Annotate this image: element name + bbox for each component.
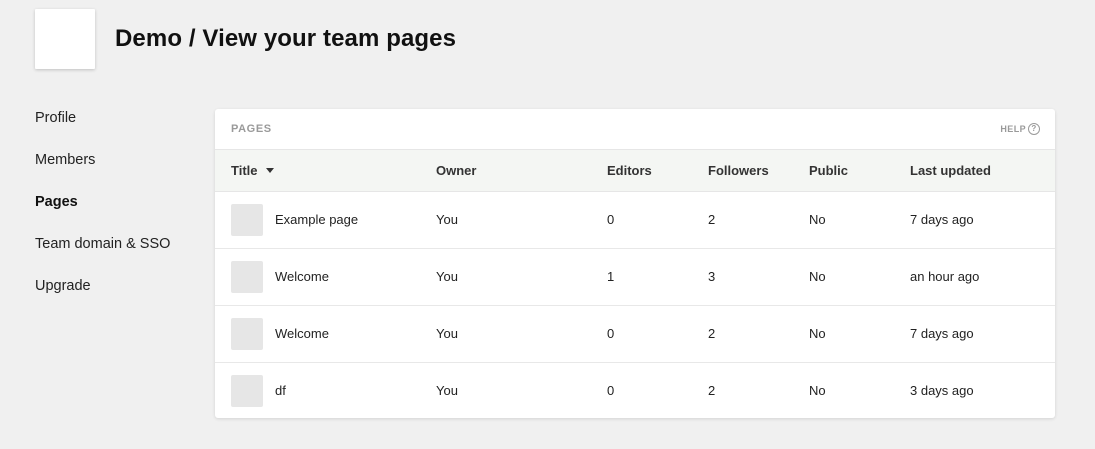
table-row[interactable]: df You 0 2 No 3 days ago (215, 362, 1055, 418)
column-header-last-updated: Last updated (910, 150, 1055, 192)
followers-cell: 2 (708, 191, 809, 249)
last-updated-cell: 7 days ago (910, 305, 1055, 363)
owner-cell: You (436, 383, 458, 398)
page-header: Demo / View your team pages (35, 9, 456, 69)
table-row[interactable]: Welcome You 0 2 No 7 days ago (215, 305, 1055, 363)
page-thumbnail[interactable] (231, 260, 263, 293)
team-logo[interactable] (35, 9, 95, 69)
sort-down-icon (265, 167, 274, 173)
public-cell: No (809, 191, 910, 249)
help-label: HELP (1000, 124, 1026, 134)
pages-table: Title Owner Editors Followers Public Las… (215, 150, 1055, 418)
followers-cell: 2 (708, 383, 716, 398)
followers-cell: 3 (708, 248, 809, 306)
page-title-link[interactable]: Welcome (275, 269, 329, 284)
card-title: PAGES (231, 123, 272, 135)
page-title-link[interactable]: Welcome (275, 326, 329, 341)
help-icon: ? (1028, 123, 1040, 135)
page-title-link[interactable]: Example page (275, 212, 358, 227)
editors-cell: 0 (607, 383, 615, 398)
editors-cell: 1 (607, 248, 708, 306)
pages-card: PAGES HELP ? Title Owner Editors Followe… (215, 109, 1055, 418)
sidebar-item-members[interactable]: Members (35, 150, 205, 192)
sidebar-item-profile[interactable]: Profile (35, 108, 205, 150)
owner-cell: You (436, 248, 607, 306)
sidebar-item-pages[interactable]: Pages (35, 192, 205, 234)
page-thumbnail[interactable] (231, 374, 263, 407)
card-header: PAGES HELP ? (215, 109, 1055, 150)
page-title: Demo / View your team pages (115, 25, 456, 53)
settings-sidebar: Profile Members Pages Team domain & SSO … (35, 108, 205, 318)
last-updated-cell: an hour ago (910, 248, 1055, 306)
owner-cell: You (436, 191, 607, 249)
column-header-editors: Editors (607, 150, 708, 192)
column-header-followers: Followers (708, 150, 809, 192)
sidebar-item-team-domain-sso[interactable]: Team domain & SSO (35, 234, 205, 276)
page-title-link[interactable]: df (275, 383, 286, 398)
editors-cell: 0 (607, 305, 708, 363)
help-link[interactable]: HELP ? (1000, 123, 1040, 135)
sidebar-item-upgrade[interactable]: Upgrade (35, 276, 205, 318)
column-header-owner: Owner (436, 150, 607, 192)
column-header-title[interactable]: Title (215, 150, 436, 192)
table-row[interactable]: Example page You 0 2 No 7 days ago (215, 191, 1055, 249)
column-header-public: Public (809, 150, 910, 192)
page-thumbnail[interactable] (231, 317, 263, 350)
followers-cell: 2 (708, 305, 809, 363)
table-header-row: Title Owner Editors Followers Public Las… (215, 150, 1055, 192)
editors-cell: 0 (607, 191, 708, 249)
last-updated-cell: 3 days ago (910, 383, 974, 398)
table-row[interactable]: Welcome You 1 3 No an hour ago (215, 248, 1055, 306)
owner-cell: You (436, 305, 607, 363)
last-updated-cell: 7 days ago (910, 191, 1055, 249)
page-thumbnail[interactable] (231, 203, 263, 236)
public-cell: No (809, 383, 826, 398)
public-cell: No (809, 248, 910, 306)
page-path: / View your team pages (182, 25, 457, 52)
public-cell: No (809, 305, 910, 363)
team-name[interactable]: Demo (115, 25, 182, 52)
